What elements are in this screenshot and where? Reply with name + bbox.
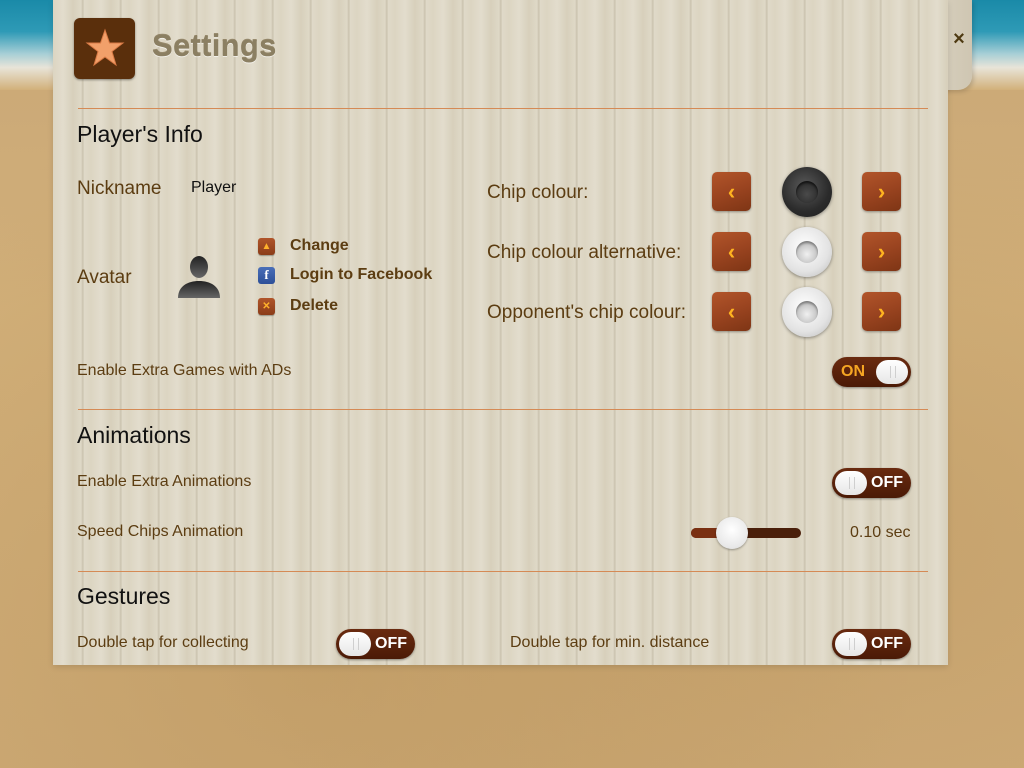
change-avatar-label: Change	[290, 237, 349, 254]
slider-thumb[interactable]	[715, 517, 748, 549]
nickname-label: Nickname	[77, 178, 162, 199]
delete-avatar-label: Delete	[290, 297, 339, 314]
chip-colour-alternative-next-button[interactable]: ›	[862, 232, 901, 271]
close-button[interactable]: ×	[950, 28, 968, 50]
chip-colour-alternative-preview	[782, 227, 832, 277]
chevron-right-icon: ›	[877, 178, 886, 204]
double-tap-min-distance-label: Double tap for min. distance	[510, 634, 710, 651]
chip-colour-prev-button[interactable]: ‹	[712, 172, 751, 211]
extra-games-label: Enable Extra Games with ADs	[77, 362, 292, 379]
speed-chips-animation-value: 0.10 sec	[850, 524, 911, 541]
toggle-knob	[835, 471, 867, 495]
change-avatar-button[interactable]: ▲ Change	[258, 237, 349, 255]
starfish-icon	[85, 27, 124, 66]
avatar-label: Avatar	[77, 267, 132, 288]
close-icon: ×	[953, 28, 965, 50]
delete-avatar-button[interactable]: ✕ Delete	[258, 297, 338, 315]
avatar	[178, 256, 220, 298]
toggle-state: ON	[841, 363, 865, 380]
double-tap-collecting-label: Double tap for collecting	[77, 634, 249, 651]
toggle-knob	[876, 360, 908, 384]
chip-colour-next-button[interactable]: ›	[862, 172, 901, 211]
facebook-icon: f	[258, 266, 275, 284]
opponent-chip-colour-prev-button[interactable]: ‹	[712, 292, 751, 331]
chip-colour-label: Chip colour:	[487, 182, 589, 203]
chevron-left-icon: ‹	[727, 178, 736, 204]
toggle-knob	[339, 632, 371, 656]
chevron-right-icon: ›	[877, 238, 886, 264]
upload-icon: ▲	[258, 237, 275, 255]
extra-animations-label: Enable Extra Animations	[77, 473, 252, 490]
divider	[78, 409, 928, 410]
login-facebook-label: Login to Facebook	[290, 266, 433, 283]
delete-icon: ✕	[258, 297, 275, 315]
nickname-field[interactable]: Player	[191, 179, 236, 197]
page-title: Settings	[152, 28, 277, 63]
chevron-left-icon: ‹	[727, 298, 736, 324]
toggle-state: OFF	[871, 474, 903, 491]
opponent-chip-colour-preview	[782, 287, 832, 337]
chevron-left-icon: ‹	[727, 238, 736, 264]
chip-colour-preview	[782, 167, 832, 217]
toggle-state: OFF	[871, 635, 903, 652]
speed-chips-animation-slider[interactable]	[691, 517, 801, 549]
divider	[78, 571, 928, 572]
chevron-right-icon: ›	[877, 298, 886, 324]
double-tap-min-distance-toggle[interactable]: OFF	[832, 629, 911, 659]
divider	[78, 108, 928, 109]
toggle-knob	[835, 632, 867, 656]
starfish-logo	[74, 18, 135, 79]
extra-animations-toggle[interactable]: OFF	[832, 468, 911, 498]
section-title-gestures: Gestures	[77, 583, 171, 609]
opponent-chip-colour-next-button[interactable]: ›	[862, 292, 901, 331]
toggle-state: OFF	[375, 635, 407, 652]
chip-colour-alternative-label: Chip colour alternative:	[487, 242, 682, 263]
login-facebook-button[interactable]: f Login to Facebook	[258, 266, 432, 284]
section-title-players-info: Player's Info	[77, 121, 203, 147]
speed-chips-animation-label: Speed Chips Animation	[77, 523, 244, 540]
double-tap-collecting-toggle[interactable]: OFF	[336, 629, 415, 659]
opponent-chip-colour-label: Opponent's chip colour:	[487, 302, 687, 323]
chip-colour-alternative-prev-button[interactable]: ‹	[712, 232, 751, 271]
section-title-animations: Animations	[77, 422, 191, 448]
extra-games-toggle[interactable]: ON	[832, 357, 911, 387]
